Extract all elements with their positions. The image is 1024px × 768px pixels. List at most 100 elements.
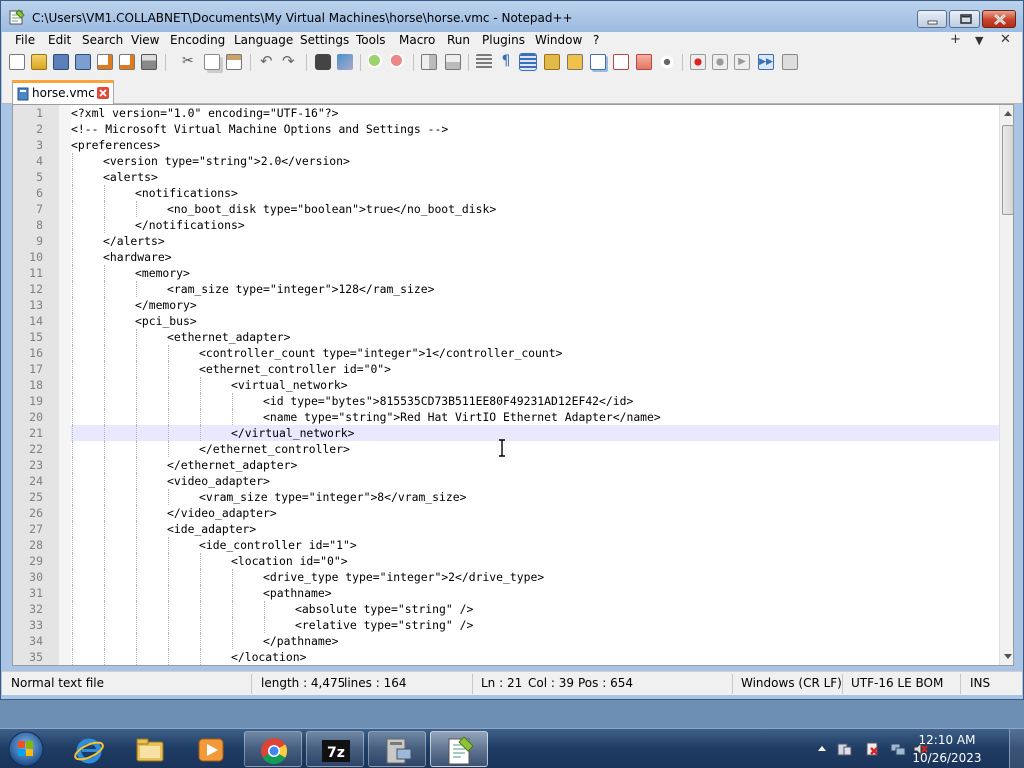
taskbar-notepad-plus-plus[interactable] bbox=[430, 731, 488, 767]
scroll-up-icon[interactable] bbox=[1003, 109, 1013, 117]
status-eol[interactable]: Windows (CR LF) bbox=[741, 676, 842, 690]
menu-run[interactable]: Run bbox=[447, 33, 470, 47]
menu-language[interactable]: Language bbox=[234, 33, 293, 47]
open-file-icon[interactable] bbox=[31, 54, 47, 70]
find-icon[interactable] bbox=[315, 54, 331, 70]
zoom-out-icon[interactable] bbox=[390, 54, 406, 70]
code-line[interactable]: <ethernet_adapter> bbox=[71, 329, 999, 345]
user-language-icon[interactable] bbox=[544, 54, 560, 70]
menu-settings[interactable]: Settings bbox=[300, 33, 349, 47]
copy-icon[interactable] bbox=[204, 54, 220, 70]
save-all-icon[interactable] bbox=[75, 54, 91, 70]
menu-file[interactable]: File bbox=[15, 33, 35, 47]
text-editor[interactable]: 1 2 3 4 5 6 7 8 9 10 11 12 13 14 15 16 17 18 19 20 21 22 23 24 2… bbox=[12, 104, 1014, 666]
taskbar-file-explorer[interactable] bbox=[121, 731, 179, 767]
code-line[interactable]: <!-- Microsoft Virtual Machine Options a… bbox=[71, 121, 999, 137]
show-desktop-button[interactable] bbox=[1009, 729, 1024, 768]
flag-warning-icon[interactable] bbox=[864, 741, 880, 757]
record-macro-icon[interactable] bbox=[690, 54, 706, 70]
status-insert-mode[interactable]: INS bbox=[970, 676, 990, 690]
code-line[interactable]: <alerts> bbox=[71, 169, 999, 185]
code-line[interactable]: <controller_count type="integer">1</cont… bbox=[71, 345, 999, 361]
code-line[interactable]: <hardware> bbox=[71, 249, 999, 265]
code-line[interactable]: <memory> bbox=[71, 265, 999, 281]
code-line[interactable]: </memory> bbox=[71, 297, 999, 313]
code-line[interactable]: <no_boot_disk type="boolean">true</no_bo… bbox=[71, 201, 999, 217]
tab-close-button[interactable] bbox=[97, 87, 109, 99]
clock-time[interactable]: 12:10 AM bbox=[905, 733, 989, 747]
taskbar-7zip[interactable]: 7z bbox=[306, 731, 364, 767]
maximize-button[interactable] bbox=[949, 10, 980, 28]
code-line[interactable]: </alerts> bbox=[71, 233, 999, 249]
show-all-chars-icon[interactable]: ¶ bbox=[498, 54, 514, 70]
new-file-icon[interactable] bbox=[9, 54, 25, 70]
new-tab-button[interactable]: + bbox=[950, 32, 961, 47]
minimize-button[interactable] bbox=[917, 10, 947, 28]
stop-macro-icon[interactable] bbox=[712, 54, 728, 70]
close-document-button[interactable]: ✕ bbox=[1000, 32, 1011, 47]
taskbar-chrome[interactable] bbox=[244, 731, 302, 767]
sync-vertical-icon[interactable] bbox=[421, 54, 437, 70]
code-line[interactable]: <version type="string">2.0</version> bbox=[71, 153, 999, 169]
menu-edit[interactable]: Edit bbox=[48, 33, 71, 47]
close-all-icon[interactable] bbox=[119, 54, 135, 70]
replace-icon[interactable] bbox=[337, 54, 353, 70]
show-hidden-icons-icon[interactable] bbox=[814, 741, 830, 757]
menu-help[interactable]: ? bbox=[593, 33, 599, 47]
tab-list-dropdown[interactable]: ▼ bbox=[975, 34, 983, 47]
run-macro-multiple-icon[interactable]: ▶▶ bbox=[758, 54, 774, 70]
cut-icon[interactable]: ✂ bbox=[182, 54, 198, 70]
code-line[interactable]: <name type="string">Red Hat VirtIO Ether… bbox=[71, 409, 999, 425]
taskbar-internet-explorer[interactable] bbox=[60, 731, 118, 767]
taskbar-virtual-pc[interactable] bbox=[368, 731, 426, 767]
code-area[interactable]: <?xml version="1.0" encoding="UTF-16"?> <… bbox=[71, 105, 999, 665]
save-icon[interactable] bbox=[53, 54, 69, 70]
print-icon[interactable] bbox=[141, 54, 157, 70]
function-list-icon[interactable] bbox=[590, 54, 606, 70]
code-line[interactable]: </pathname> bbox=[71, 633, 999, 649]
code-line[interactable]: </ethernet_controller> bbox=[71, 441, 999, 457]
action-center-icon[interactable] bbox=[836, 741, 852, 757]
menu-plugins[interactable]: Plugins bbox=[482, 33, 525, 47]
close-window-button[interactable] bbox=[982, 10, 1016, 28]
sync-horizontal-icon[interactable] bbox=[445, 54, 461, 70]
menu-encoding[interactable]: Encoding bbox=[170, 33, 225, 47]
indent-guide-icon[interactable] bbox=[519, 53, 537, 71]
code-line[interactable]: <video_adapter> bbox=[71, 473, 999, 489]
code-line[interactable]: </ethernet_adapter> bbox=[71, 457, 999, 473]
redo-icon[interactable]: ↷ bbox=[282, 54, 298, 70]
network-icon[interactable] bbox=[890, 741, 906, 757]
code-line[interactable]: </video_adapter> bbox=[71, 505, 999, 521]
play-macro-icon[interactable]: ▶ bbox=[734, 54, 750, 70]
code-line[interactable]: <ram_size type="integer">128</ram_size> bbox=[71, 281, 999, 297]
code-line[interactable]: <absolute type="string" /> bbox=[71, 601, 999, 617]
code-line[interactable]: </location> bbox=[71, 649, 999, 665]
undo-icon[interactable]: ↶ bbox=[260, 54, 276, 70]
eye-icon[interactable] bbox=[659, 54, 675, 70]
folder-as-workspace-icon[interactable] bbox=[613, 54, 629, 70]
menu-macro[interactable]: Macro bbox=[399, 33, 435, 47]
fold-margin[interactable] bbox=[59, 105, 71, 665]
code-line[interactable]: <ide_adapter> bbox=[71, 521, 999, 537]
code-line[interactable]: <pathname> bbox=[71, 585, 999, 601]
menu-window[interactable]: Window bbox=[535, 33, 582, 47]
code-line[interactable]: <pci_bus> bbox=[71, 313, 999, 329]
save-macro-icon[interactable] bbox=[782, 54, 798, 70]
zoom-in-icon[interactable] bbox=[368, 54, 384, 70]
code-line[interactable]: <id type="bytes">815535CD73B511EE80F4923… bbox=[71, 393, 999, 409]
doc-map-icon[interactable] bbox=[567, 54, 583, 70]
code-line[interactable]: </virtual_network> bbox=[71, 425, 999, 441]
clock-date[interactable]: 10/26/2023 bbox=[905, 751, 989, 765]
code-line[interactable]: <drive_type type="integer">2</drive_type… bbox=[71, 569, 999, 585]
code-line[interactable]: <notifications> bbox=[71, 185, 999, 201]
code-line[interactable]: <ide_controller id="1"> bbox=[71, 537, 999, 553]
code-line[interactable]: <?xml version="1.0" encoding="UTF-16"?> bbox=[71, 105, 999, 121]
status-encoding[interactable]: UTF-16 LE BOM bbox=[851, 676, 943, 690]
code-line[interactable]: <relative type="string" /> bbox=[71, 617, 999, 633]
menu-search[interactable]: Search bbox=[82, 33, 123, 47]
vertical-scrollbar[interactable] bbox=[999, 105, 1013, 665]
notepad-plus-plus-app-icon[interactable] bbox=[9, 9, 25, 25]
code-line[interactable]: <location id="0"> bbox=[71, 553, 999, 569]
close-icon[interactable] bbox=[97, 54, 113, 70]
scroll-down-icon[interactable] bbox=[1003, 653, 1013, 661]
